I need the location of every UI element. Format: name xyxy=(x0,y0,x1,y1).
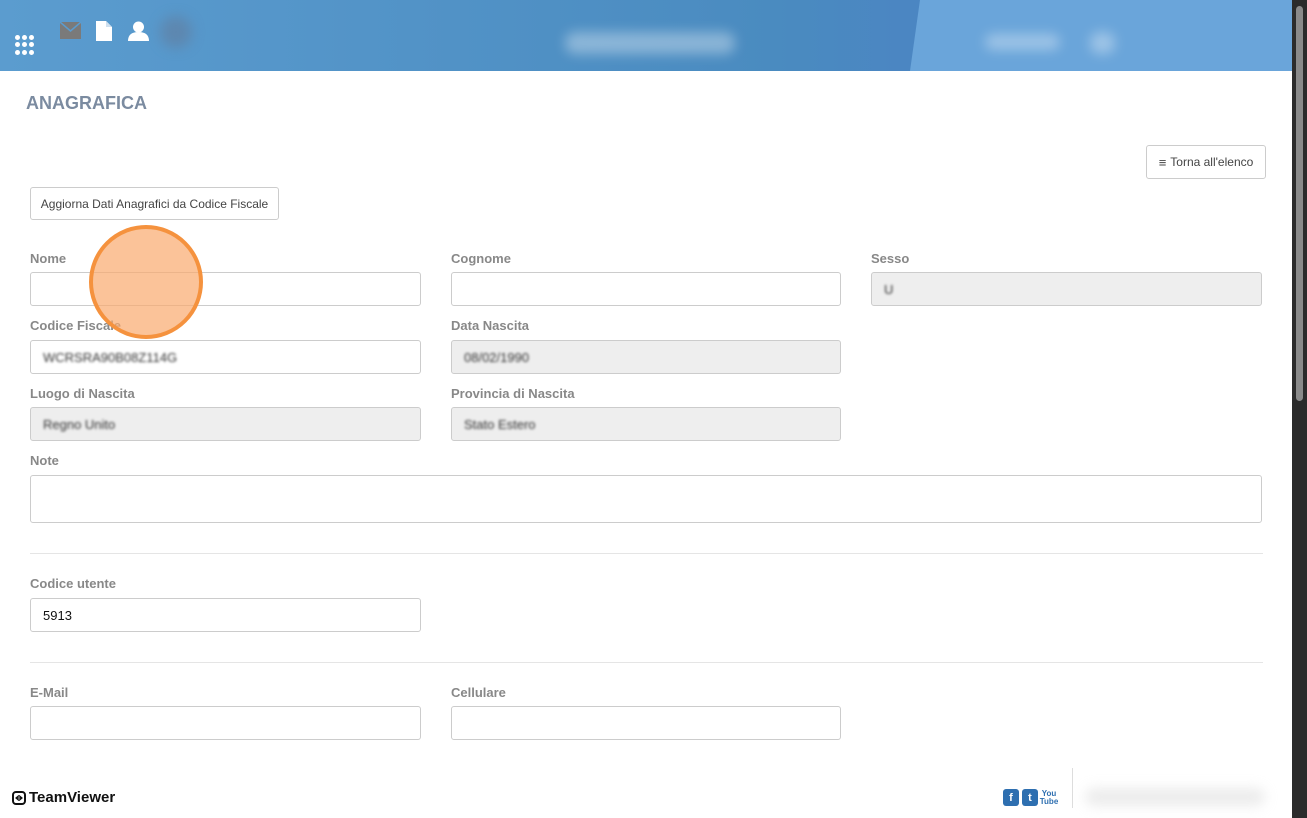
codice-utente-label: Codice utente xyxy=(30,576,116,591)
scrollbar[interactable] xyxy=(1292,0,1307,818)
sesso-label: Sesso xyxy=(871,251,910,266)
provincia-nascita-value: Stato Estero xyxy=(464,416,536,432)
teamviewer-text: TeamViewer xyxy=(29,789,116,806)
luogo-nascita-value: Regno Unito xyxy=(43,416,116,432)
blurred-title xyxy=(565,32,735,54)
note-label: Note xyxy=(30,453,59,468)
cellulare-label: Cellulare xyxy=(451,685,506,700)
document-icon[interactable] xyxy=(96,21,112,41)
divider xyxy=(30,553,1263,554)
scrollbar-thumb[interactable] xyxy=(1296,6,1303,401)
data-nascita-label: Data Nascita xyxy=(451,318,530,333)
note-textarea[interactable] xyxy=(30,475,1262,523)
cognome-input[interactable] xyxy=(451,272,841,306)
blurred-indicator xyxy=(160,16,192,48)
page-title: ANAGRAFICA xyxy=(26,93,147,113)
back-to-list-button[interactable]: ≡ Torna all'elenco xyxy=(1146,145,1266,179)
mail-icon[interactable] xyxy=(60,22,81,39)
divider xyxy=(30,662,1263,663)
twitter-icon[interactable]: t xyxy=(1022,789,1038,806)
blurred-footer-text xyxy=(1085,788,1265,806)
codice-utente-input[interactable]: 5913 xyxy=(30,598,421,632)
facebook-icon[interactable]: f xyxy=(1003,789,1019,806)
footer-divider xyxy=(1072,768,1073,808)
sesso-value: U xyxy=(884,281,894,297)
apps-grid-icon[interactable] xyxy=(15,35,35,55)
blurred-user xyxy=(985,34,1060,50)
provincia-nascita-input[interactable]: Stato Estero xyxy=(451,407,841,441)
youtube-icon[interactable]: You Tube xyxy=(1040,789,1059,806)
cognome-label: Cognome xyxy=(451,251,511,266)
top-navbar xyxy=(0,0,1292,71)
teamviewer-logo: TeamViewer xyxy=(12,789,115,806)
teamviewer-icon xyxy=(12,790,26,805)
click-indicator xyxy=(89,225,203,339)
email-label: E-Mail xyxy=(30,685,69,700)
provincia-nascita-label: Provincia di Nascita xyxy=(451,386,575,401)
back-to-list-label: Torna all'elenco xyxy=(1170,155,1254,169)
cellulare-input[interactable] xyxy=(451,706,841,740)
data-nascita-value: 08/02/1990 xyxy=(464,349,530,365)
update-from-fiscal-code-button[interactable]: Aggiorna Dati Anagrafici da Codice Fisca… xyxy=(30,187,279,220)
nome-label: Nome xyxy=(30,251,67,266)
list-icon: ≡ xyxy=(1158,154,1167,170)
blurred-avatar xyxy=(1090,32,1115,54)
sesso-select[interactable]: U xyxy=(871,272,1262,306)
user-icon[interactable] xyxy=(128,21,149,41)
luogo-nascita-input[interactable]: Regno Unito xyxy=(30,407,421,441)
codice-fiscale-value: WCRSRA90B08Z114G xyxy=(43,349,178,365)
codice-fiscale-input[interactable]: WCRSRA90B08Z114G xyxy=(30,340,421,374)
luogo-nascita-label: Luogo di Nascita xyxy=(30,386,135,401)
data-nascita-input[interactable]: 08/02/1990 xyxy=(451,340,841,374)
email-input[interactable] xyxy=(30,706,421,740)
